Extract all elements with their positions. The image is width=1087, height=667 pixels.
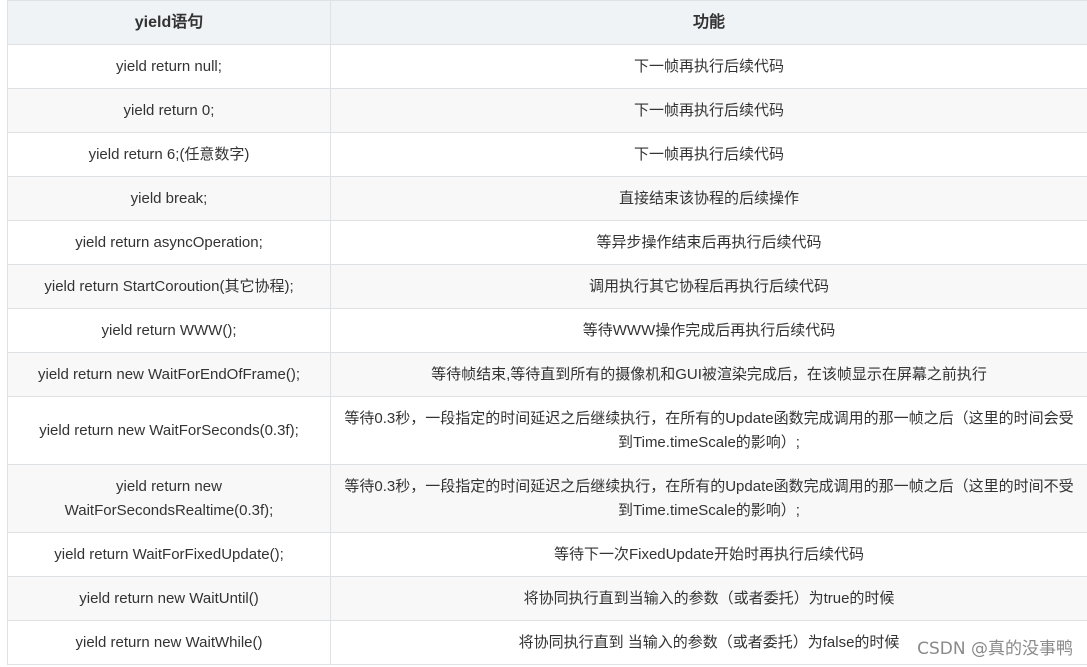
statement-cell: yield return 0; [7,88,331,133]
statement-cell: yield break; [7,176,331,221]
statement-cell: yield return asyncOperation; [7,220,331,265]
statement-cell: yield return new WaitForEndOfFrame(); [7,352,331,397]
statement-cell: yield return StartCoroution(其它协程); [7,264,331,309]
header-yield-statement: yield语句 [7,0,331,45]
function-cell: 调用执行其它协程后再执行后续代码 [330,264,1087,309]
yield-table: yield语句 功能 yield return null; 下一帧再执行后续代码… [7,0,1087,665]
function-cell: 下一帧再执行后续代码 [330,132,1087,177]
header-function: 功能 [330,0,1087,45]
statement-cell: yield return new WaitForSecondsRealtime(… [7,464,331,533]
function-cell: 等待0.3秒，一段指定的时间延迟之后继续执行，在所有的Update函数完成调用的… [330,464,1087,533]
table-row: yield return null; 下一帧再执行后续代码 [7,44,1087,89]
statement-cell: yield return new WaitForSeconds(0.3f); [7,396,331,465]
table-row: yield return StartCoroution(其它协程); 调用执行其… [7,264,1087,309]
statement-cell: yield return WaitForFixedUpdate(); [7,532,331,577]
function-cell: 等待0.3秒，一段指定的时间延迟之后继续执行，在所有的Update函数完成调用的… [330,396,1087,465]
table-row: yield return new WaitForEndOfFrame(); 等待… [7,352,1087,397]
table-row: yield return new WaitForSecondsRealtime(… [7,464,1087,533]
function-cell: 直接结束该协程的后续操作 [330,176,1087,221]
statement-cell: yield return new WaitWhile() [7,620,331,665]
statement-cell: yield return new WaitUntil() [7,576,331,621]
table-row: yield return WaitForFixedUpdate(); 等待下一次… [7,532,1087,577]
table-header-row: yield语句 功能 [7,0,1087,45]
table-row: yield return new WaitUntil() 将协同执行直到当输入的… [7,576,1087,621]
function-cell: 等异步操作结束后再执行后续代码 [330,220,1087,265]
table-row: yield return asyncOperation; 等异步操作结束后再执行… [7,220,1087,265]
table-row: yield break; 直接结束该协程的后续操作 [7,176,1087,221]
table-row: yield return 6;(任意数字) 下一帧再执行后续代码 [7,132,1087,177]
csdn-watermark: CSDN @真的没事鸭 [917,639,1073,659]
statement-cell: yield return 6;(任意数字) [7,132,331,177]
function-cell: 下一帧再执行后续代码 [330,44,1087,89]
statement-cell: yield return WWW(); [7,308,331,353]
function-cell: 将协同执行直到当输入的参数（或者委托）为true的时候 [330,576,1087,621]
table-row: yield return new WaitForSeconds(0.3f); 等… [7,396,1087,465]
function-cell: 等待WWW操作完成后再执行后续代码 [330,308,1087,353]
function-cell: 等待帧结束,等待直到所有的摄像机和GUI被渲染完成后，在该帧显示在屏幕之前执行 [330,352,1087,397]
statement-cell: yield return null; [7,44,331,89]
table-row: yield return WWW(); 等待WWW操作完成后再执行后续代码 [7,308,1087,353]
function-cell: 下一帧再执行后续代码 [330,88,1087,133]
function-cell: 等待下一次FixedUpdate开始时再执行后续代码 [330,532,1087,577]
table-row: yield return 0; 下一帧再执行后续代码 [7,88,1087,133]
